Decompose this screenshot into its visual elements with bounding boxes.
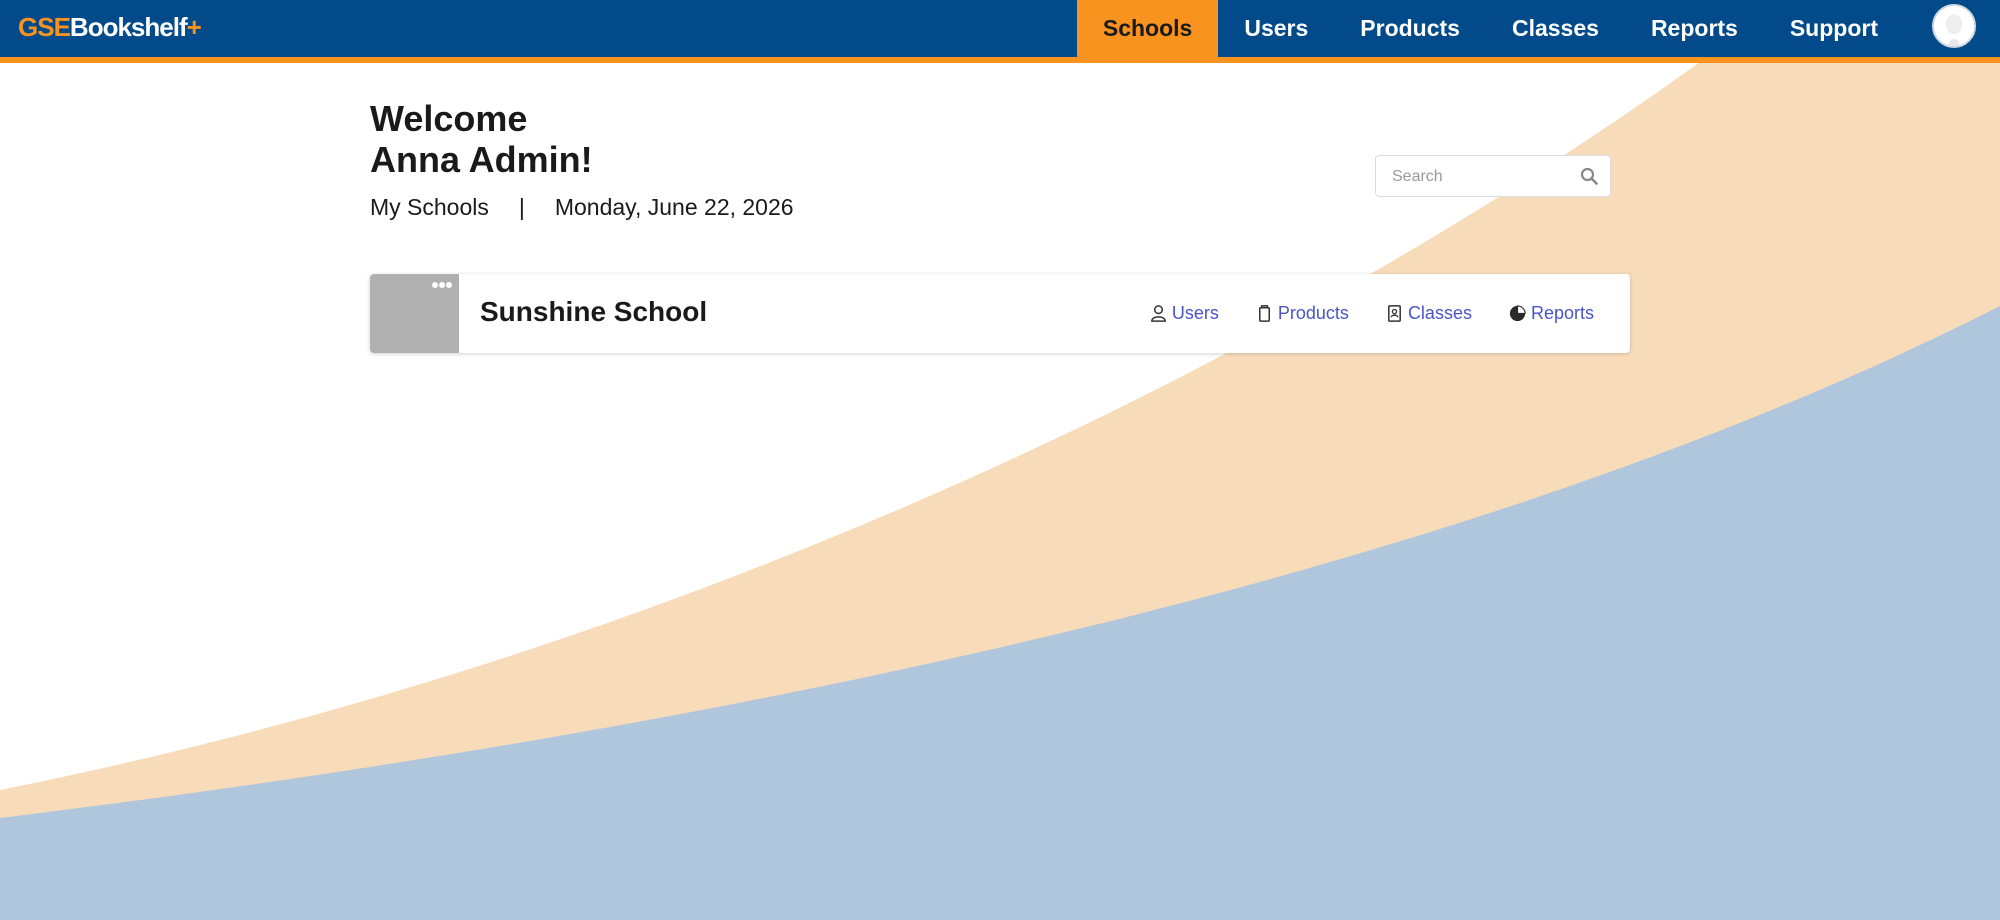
user-name: Anna Admin! bbox=[370, 139, 593, 180]
school-card[interactable]: Sunshine School Users Products Classes R… bbox=[370, 274, 1630, 353]
separator: | bbox=[518, 194, 525, 220]
school-link-classes[interactable]: Classes bbox=[1385, 303, 1472, 324]
search-icon[interactable] bbox=[1580, 167, 1598, 185]
school-link-reports-label: Reports bbox=[1530, 303, 1594, 323]
school-link-users[interactable]: Users bbox=[1149, 303, 1219, 324]
school-link-products[interactable]: Products bbox=[1255, 303, 1349, 324]
user-avatar-icon[interactable] bbox=[1932, 4, 1976, 48]
logo-bookshelf: Bookshelf bbox=[69, 12, 188, 42]
more-options-icon[interactable] bbox=[431, 280, 453, 290]
welcome-subline: My Schools | Monday, June 22, 2026 bbox=[370, 194, 794, 221]
section-title: My Schools bbox=[370, 194, 489, 220]
app-logo[interactable]: GSEBookshelf+ bbox=[18, 12, 202, 42]
logo-plus: + bbox=[186, 12, 202, 42]
school-thumbnail bbox=[370, 274, 459, 353]
search-input[interactable] bbox=[1390, 156, 1574, 198]
pie-chart-icon bbox=[1509, 305, 1526, 322]
school-name[interactable]: Sunshine School bbox=[480, 296, 707, 328]
school-link-users-label: Users bbox=[1171, 303, 1219, 323]
nav-item-support[interactable]: Support bbox=[1764, 0, 1904, 57]
top-nav-bar: GSEBookshelf+ Schools Users Products Cla… bbox=[0, 0, 2000, 63]
school-link-reports[interactable]: Reports bbox=[1508, 303, 1594, 324]
nav-item-classes[interactable]: Classes bbox=[1486, 0, 1625, 57]
nav-item-users[interactable]: Users bbox=[1218, 0, 1334, 57]
class-icon bbox=[1387, 305, 1401, 322]
school-link-products-label: Products bbox=[1277, 303, 1349, 323]
welcome-section: Welcome Anna Admin! My Schools | Monday,… bbox=[370, 98, 794, 221]
nav-item-schools[interactable]: Schools bbox=[1076, 0, 1219, 57]
school-links: Users Products Classes Reports bbox=[1113, 274, 1594, 353]
school-link-classes-label: Classes bbox=[1407, 303, 1472, 323]
search-box bbox=[1375, 155, 1611, 198]
product-icon bbox=[1258, 305, 1270, 322]
logo-gse: GSE bbox=[18, 12, 71, 42]
current-date: Monday, June 22, 2026 bbox=[554, 194, 794, 220]
nav-item-products[interactable]: Products bbox=[1334, 0, 1486, 57]
user-icon bbox=[1150, 305, 1166, 322]
main-nav: Schools Users Products Classes Reports S… bbox=[1076, 0, 1904, 57]
nav-item-reports[interactable]: Reports bbox=[1625, 0, 1764, 57]
welcome-heading: Welcome Anna Admin! bbox=[370, 98, 794, 180]
welcome-line: Welcome bbox=[370, 98, 528, 139]
background-waves bbox=[0, 62, 2000, 920]
